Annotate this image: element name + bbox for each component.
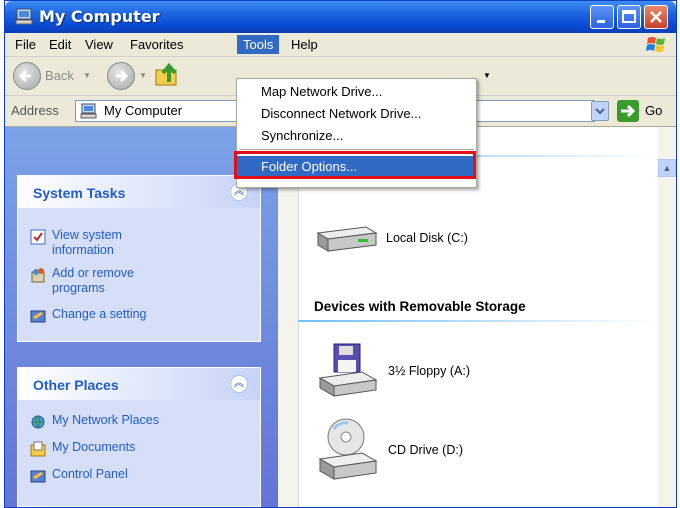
drive-label: CD Drive (D:) — [388, 443, 463, 457]
menu-item-disconnect-network-drive[interactable]: Disconnect Network Drive... — [237, 103, 476, 125]
my-computer-icon — [80, 103, 98, 119]
back-label: Back — [45, 68, 74, 83]
annotation-highlight-box — [234, 151, 476, 179]
task-change-setting[interactable]: Change a setting — [30, 307, 250, 325]
task-label-line2: programs — [52, 281, 105, 295]
menu-help[interactable]: Help — [285, 35, 324, 54]
drive-floppy-a[interactable]: 3½ Floppy (A:) — [318, 342, 538, 400]
maximize-button[interactable] — [617, 5, 641, 29]
address-dropdown-button[interactable] — [591, 101, 609, 121]
menu-item-label: Synchronize... — [261, 128, 344, 143]
task-label: Change a setting — [52, 307, 147, 321]
system-tasks-panel: System Tasks ︽ View system information Ad… — [17, 175, 261, 342]
menu-bar: File Edit View Favorites Tools Help — [5, 33, 676, 57]
place-label: My Network Places — [52, 413, 159, 427]
place-my-network-places[interactable]: My Network Places — [30, 413, 250, 431]
back-arrow-icon — [13, 62, 41, 90]
menu-tools[interactable]: Tools — [237, 35, 280, 54]
task-view-system-info[interactable]: View system information — [30, 228, 250, 260]
my-computer-window: My Computer File Edit View Favorites Too… — [4, 0, 677, 508]
drive-label: 3½ Floppy (A:) — [388, 364, 470, 378]
close-button[interactable] — [644, 5, 668, 29]
place-label: Control Panel — [52, 467, 128, 481]
hard-disk-icon — [316, 226, 378, 252]
go-button-label[interactable]: Go — [645, 103, 662, 118]
back-dropdown-icon[interactable]: ▼ — [83, 71, 91, 80]
system-tasks-header[interactable]: System Tasks ︽ — [18, 176, 260, 208]
up-folder-icon[interactable] — [153, 60, 183, 90]
menu-item-label: Disconnect Network Drive... — [261, 106, 422, 121]
scroll-up-arrow-icon[interactable]: ▲ — [658, 159, 676, 177]
drive-cd-d[interactable]: CD Drive (D:) — [318, 417, 538, 483]
task-label-line1: View system — [52, 228, 122, 242]
cd-drive-icon — [318, 418, 378, 480]
drive-local-disk-c[interactable]: Local Disk (C:) — [314, 219, 534, 259]
minimize-button[interactable] — [590, 5, 614, 29]
title-bar[interactable]: My Computer — [5, 1, 676, 33]
system-tasks-title: System Tasks — [33, 185, 126, 201]
menu-favorites[interactable]: Favorites — [124, 35, 189, 54]
menu-edit[interactable]: Edit — [43, 35, 77, 54]
other-places-header[interactable]: Other Places ︽ — [18, 368, 260, 400]
control-panel-icon — [30, 468, 46, 484]
menu-file[interactable]: File — [9, 35, 42, 54]
menu-item-label: Map Network Drive... — [261, 84, 383, 99]
views-dropdown-icon[interactable]: ▼ — [483, 71, 491, 80]
my-computer-icon — [15, 8, 33, 25]
forward-dropdown-icon[interactable]: ▼ — [139, 71, 147, 80]
place-label: My Documents — [52, 440, 136, 454]
menu-separator — [239, 149, 474, 150]
floppy-drive-icon — [318, 343, 378, 397]
address-label: Address — [11, 103, 59, 118]
forward-button[interactable] — [107, 62, 135, 90]
task-label-line1: Add or remove — [52, 266, 134, 280]
group-divider — [298, 320, 658, 322]
network-places-icon — [30, 414, 46, 430]
my-documents-icon — [30, 441, 46, 457]
drive-label: Local Disk (C:) — [386, 231, 468, 245]
vertical-scrollbar[interactable] — [658, 127, 676, 507]
task-add-remove-programs[interactable]: Add or remove programs — [30, 266, 250, 298]
address-value: My Computer — [104, 103, 183, 118]
collapse-chevron-icon[interactable]: ︽ — [230, 375, 248, 393]
add-remove-programs-icon — [30, 267, 46, 283]
removable-storage-heading: Devices with Removable Storage — [314, 299, 526, 314]
place-my-documents[interactable]: My Documents — [30, 440, 250, 458]
menu-item-synchronize[interactable]: Synchronize... — [237, 125, 476, 147]
control-panel-icon — [30, 308, 46, 324]
other-places-title: Other Places — [33, 377, 119, 393]
window-title: My Computer — [39, 7, 160, 26]
menu-item-map-network-drive[interactable]: Map Network Drive... — [237, 81, 476, 103]
windows-logo-icon — [644, 35, 670, 55]
other-places-panel: Other Places ︽ My Network Places My Docu… — [17, 367, 261, 507]
task-label-line2: information — [52, 243, 114, 257]
menu-view[interactable]: View — [79, 35, 119, 54]
place-control-panel[interactable]: Control Panel — [30, 467, 250, 485]
system-info-icon — [30, 229, 46, 245]
go-arrow-icon[interactable] — [617, 100, 639, 122]
